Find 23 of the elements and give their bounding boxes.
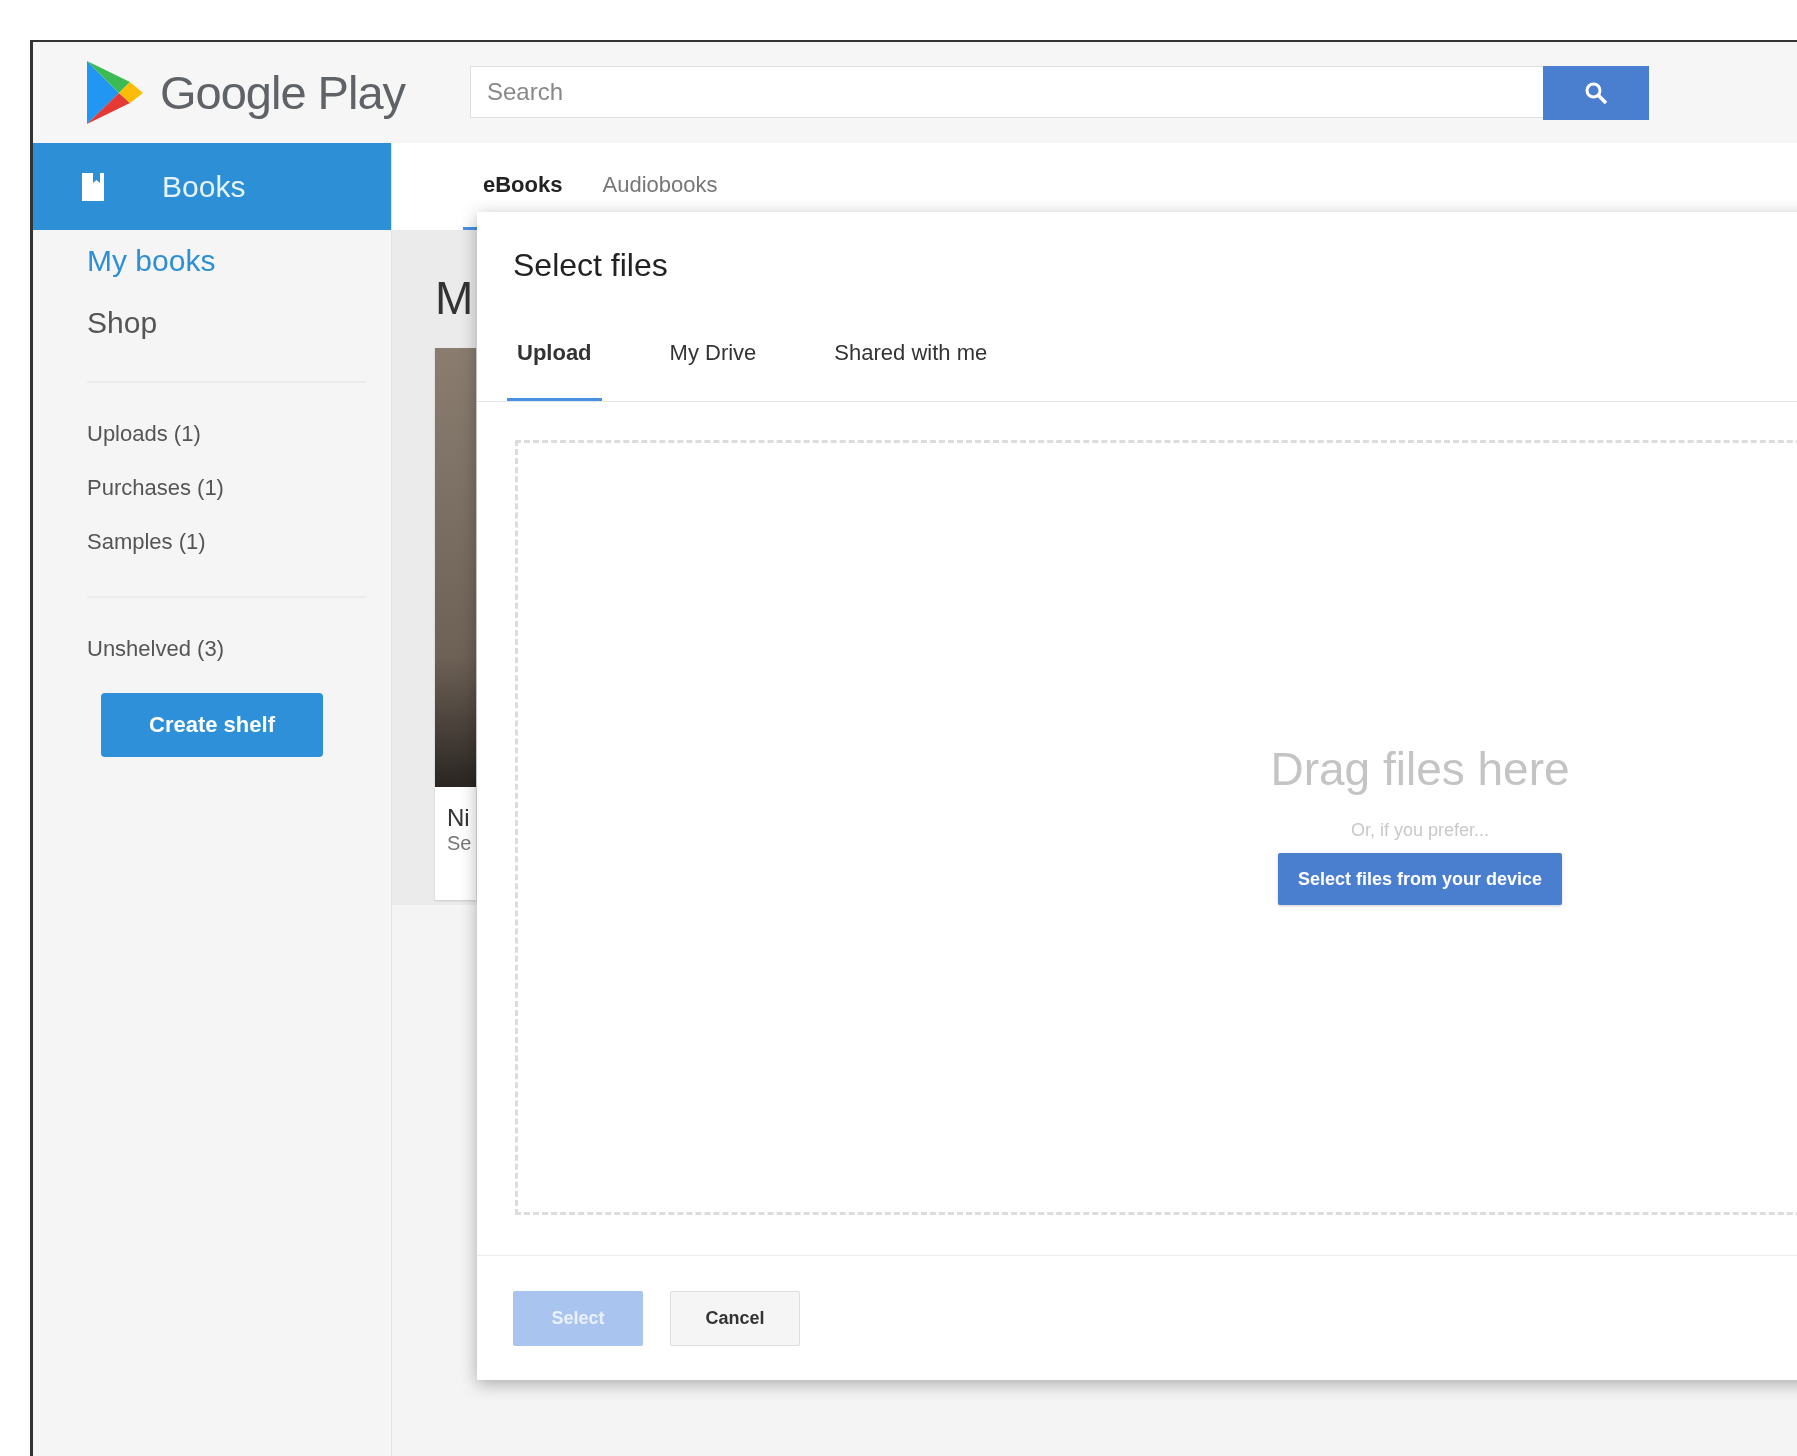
cancel-button[interactable]: Cancel	[670, 1291, 800, 1346]
book-title: Ni	[447, 804, 470, 831]
search-field[interactable]: Search	[470, 65, 1543, 118]
source-tab[interactable]: My Drive	[659, 308, 767, 401]
source-tab[interactable]: Shared with me	[824, 308, 998, 401]
play-logo-icon	[85, 59, 145, 126]
library-link[interactable]: Purchases (1)	[33, 461, 224, 515]
library-link[interactable]: Samples (1)	[33, 515, 206, 569]
search-icon	[1584, 80, 1608, 105]
book-card[interactable]: Ni Se	[435, 348, 476, 900]
page-heading: M	[435, 271, 475, 326]
source-tab[interactable]: Upload	[507, 308, 602, 401]
dialog-title: Select files	[513, 247, 668, 283]
logo-text: Google Play	[160, 65, 406, 120]
sidebar-nav-link[interactable]: Shop	[33, 292, 158, 354]
book-icon	[80, 170, 106, 203]
library-link[interactable]: Uploads (1)	[33, 407, 201, 461]
drop-heading: Drag files here	[1270, 742, 1570, 797]
search-button[interactable]	[1543, 65, 1649, 120]
shelf-link[interactable]: Unshelved (3)	[33, 622, 224, 676]
book-author: Se	[447, 832, 472, 854]
select-from-device-button[interactable]: Select files from your device	[1278, 853, 1562, 905]
create-shelf-button[interactable]: Create shelf	[101, 693, 323, 757]
